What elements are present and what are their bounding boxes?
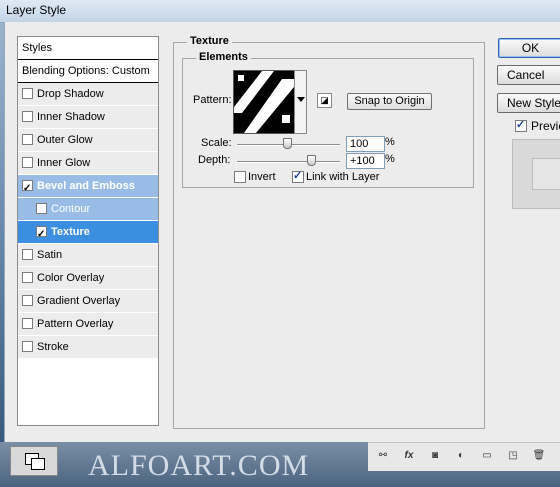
delete-layer-icon[interactable]: 🗑 [532,449,546,463]
style-item-label: Color Overlay [37,272,105,284]
scale-slider-thumb[interactable] [283,138,292,149]
invert-checkbox[interactable] [234,171,246,183]
preview-label: Preview [531,119,560,133]
cancel-button[interactable]: Cancel [497,65,560,85]
watermark-text: ALFOART.COM [88,449,310,482]
ok-button[interactable]: OK [498,38,560,58]
layer-style-fx-icon[interactable]: fx [402,449,416,463]
pattern-preview-icon [234,71,294,133]
style-item-stroke[interactable]: Stroke [18,336,158,359]
style-item-label: Inner Shadow [37,111,105,123]
new-layer-icon[interactable]: ◳ [506,449,520,463]
style-item-satin[interactable]: Satin [18,244,158,267]
depth-slider-thumb[interactable] [307,155,316,166]
style-item-bevel-emboss[interactable]: Bevel and Emboss [18,175,158,200]
pattern-dropdown-arrow-icon[interactable] [294,70,307,134]
preview-checkbox[interactable] [515,118,527,132]
style-item-label: Stroke [37,341,69,353]
style-item-outer-glow[interactable]: Outer Glow [18,129,158,152]
background-color-icon [31,458,45,470]
style-item-color-overlay[interactable]: Color Overlay [18,267,158,290]
satin-checkbox[interactable] [22,249,33,260]
window-title: Layer Style [6,3,67,17]
style-item-texture[interactable]: Texture [18,221,158,246]
style-item-inner-shadow[interactable]: Inner Shadow [18,106,158,129]
snap-to-origin-button[interactable]: Snap to Origin [347,93,432,110]
scale-label: Scale: [201,137,232,149]
inner-shadow-checkbox[interactable] [22,111,33,122]
link-layers-icon[interactable]: ⚯ [376,449,390,463]
contour-checkbox[interactable] [36,203,47,214]
texture-group-label: Texture [187,35,232,47]
style-item-label: Contour [51,203,91,215]
adjustment-layer-icon[interactable]: ◐ [454,449,468,463]
style-item-label: Outer Glow [37,134,93,146]
gradient-overlay-checkbox[interactable] [22,295,33,306]
new-preset-icon[interactable]: ◪ [317,93,332,108]
stroke-checkbox[interactable] [22,341,33,352]
style-item-label: Drop Shadow [37,88,104,100]
new-style-button[interactable]: New Style... [497,93,560,113]
style-item-label: Gradient Overlay [37,295,121,307]
invert-label: Invert [248,171,276,183]
style-item-drop-shadow[interactable]: Drop Shadow [18,83,158,106]
link-with-layer-label: Link with Layer [306,171,380,183]
style-item-gradient-overlay[interactable]: Gradient Overlay [18,290,158,313]
scale-unit: % [385,136,395,148]
window-titlebar: Layer Style [0,0,560,23]
add-mask-icon[interactable]: ◙ [428,449,442,463]
pattern-swatch[interactable] [233,70,295,134]
style-item-label: Inner Glow [37,157,91,169]
layers-panel-toolbar: ⚯ fx ◙ ◐ ▭ ◳ 🗑 [368,442,560,471]
pattern-overlay-checkbox[interactable] [22,318,33,329]
style-item-pattern-overlay[interactable]: Pattern Overlay [18,313,158,336]
styles-header[interactable]: Styles [18,37,158,60]
link-with-layer-checkbox[interactable] [292,169,304,183]
style-item-label: Texture [51,226,90,238]
blending-options-item[interactable]: Blending Options: Custom [18,60,158,83]
texture-checkbox[interactable] [36,224,47,246]
elements-group [182,58,474,188]
inner-glow-checkbox[interactable] [22,157,33,168]
pattern-label: Pattern: [193,94,232,106]
style-preview-swatch [512,139,560,209]
depth-unit: % [385,153,395,165]
elements-group-label: Elements [196,51,251,63]
bevel-emboss-checkbox[interactable] [22,178,33,200]
scale-input[interactable]: 100 [346,136,385,152]
outer-glow-checkbox[interactable] [22,134,33,145]
depth-label: Depth: [198,154,231,166]
styles-list: Styles Blending Options: Custom Drop Sha… [17,36,159,426]
new-group-icon[interactable]: ▭ [480,449,494,463]
style-item-label: Satin [37,249,63,261]
style-item-inner-glow[interactable]: Inner Glow [18,152,158,175]
color-swatch-icon[interactable] [10,446,58,476]
style-item-label: Pattern Overlay [37,318,114,330]
color-overlay-checkbox[interactable] [22,272,33,283]
drop-shadow-checkbox[interactable] [22,88,33,99]
depth-input[interactable]: +100 [346,153,385,169]
depth-slider-track[interactable] [237,161,340,163]
style-preview-inner [532,158,560,190]
style-item-label: Bevel and Emboss [37,180,135,192]
style-item-contour[interactable]: Contour [18,198,158,221]
